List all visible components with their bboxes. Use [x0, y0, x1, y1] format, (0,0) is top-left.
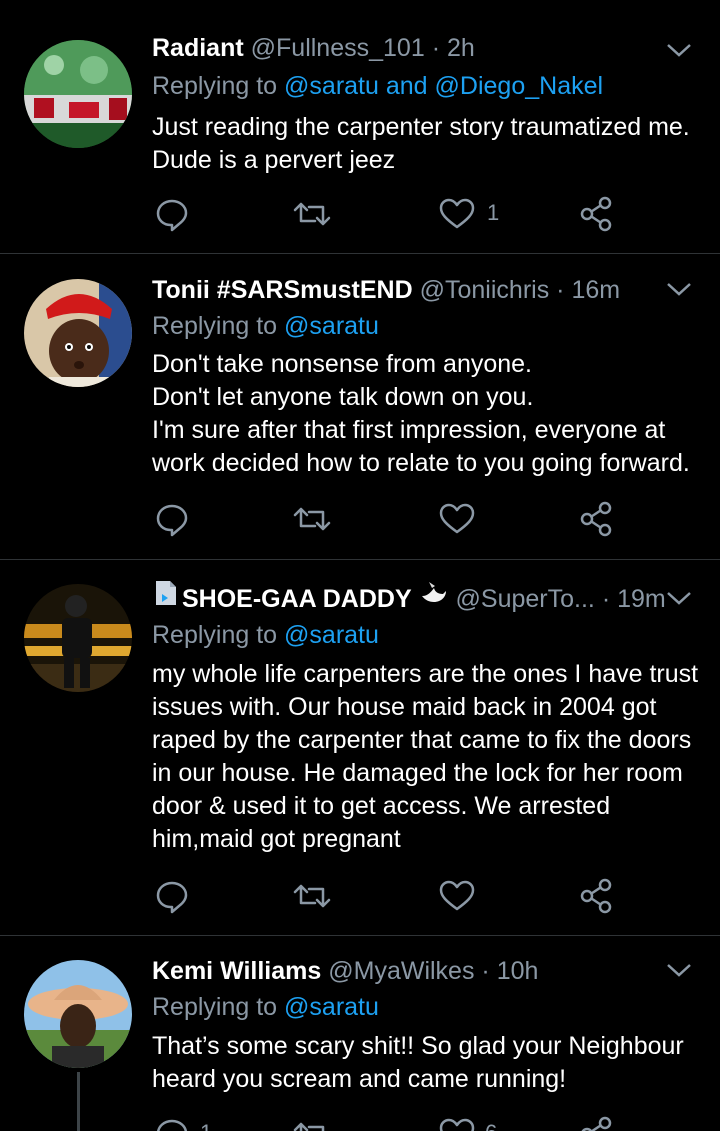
mention-link[interactable]: @saratu — [284, 312, 379, 340]
chevron-down-icon[interactable] — [664, 279, 694, 299]
avatar[interactable] — [24, 40, 132, 148]
like-button[interactable]: 1 — [437, 194, 517, 234]
reply-icon — [156, 881, 188, 914]
heart-icon — [439, 1118, 475, 1131]
reply-count: 1 — [200, 1118, 212, 1131]
share-icon — [580, 878, 612, 914]
share-button[interactable] — [577, 876, 617, 916]
chevron-down-icon[interactable] — [664, 588, 694, 608]
retweet-button[interactable] — [292, 194, 332, 234]
retweet-button[interactable] — [292, 1114, 332, 1131]
tweet-header: Kemi Williams @MyaWilkes · 10h — [152, 954, 538, 988]
tweet-actions: 1 — [152, 194, 632, 234]
separator-dot: · — [431, 34, 441, 62]
like-button[interactable]: 6 — [437, 1114, 517, 1131]
mention-link[interactable]: @saratu — [284, 993, 379, 1021]
reply-button[interactable] — [152, 499, 192, 539]
replying-to: Replying to @saratu — [152, 621, 379, 649]
tweet-actions — [152, 499, 632, 539]
display-name[interactable]: Tonii #SARSmustEND — [152, 276, 413, 304]
timestamp[interactable]: 10h — [497, 957, 539, 985]
retweet-icon — [293, 1122, 325, 1131]
separator-dot: · — [556, 276, 565, 304]
share-button[interactable] — [577, 1114, 617, 1131]
heart-icon — [439, 503, 475, 534]
replying-to: Replying to @saratu — [152, 993, 379, 1021]
tweet[interactable]: Kemi Williams @MyaWilkes · 10h Replying … — [0, 954, 720, 1131]
chevron-down-icon[interactable] — [664, 960, 694, 980]
user-handle[interactable]: @Toniichris — [420, 276, 550, 304]
heart-icon — [439, 198, 475, 229]
avatar[interactable] — [24, 584, 132, 692]
retweet-button[interactable] — [292, 876, 332, 916]
user-handle[interactable]: @MyaWilkes — [328, 957, 474, 985]
dove-icon — [419, 580, 449, 615]
user-handle[interactable]: @Fullness_101 — [251, 34, 425, 62]
avatar[interactable] — [24, 279, 132, 387]
divider — [0, 935, 720, 936]
retweet-icon — [293, 202, 331, 226]
reply-button[interactable] — [152, 876, 192, 916]
tweet-text: my whole life carpenters are the ones I … — [152, 660, 699, 853]
divider — [0, 559, 720, 560]
avatar[interactable] — [24, 960, 132, 1068]
share-icon — [580, 501, 612, 537]
tweet-text: Don't take nonsense from anyone. Don't l… — [152, 350, 690, 477]
divider — [0, 253, 720, 254]
thread-line — [77, 1072, 80, 1131]
page-icon — [152, 578, 182, 617]
mention-link[interactable]: @Diego_Nakel — [435, 72, 604, 100]
tweet-text: Just reading the carpenter story traumat… — [152, 113, 690, 174]
timestamp[interactable]: 2h — [447, 34, 475, 62]
tweet-text: That’s some scary shit!! So glad your Ne… — [152, 1032, 684, 1093]
heart-icon — [439, 880, 475, 911]
retweet-button[interactable] — [292, 499, 332, 539]
share-button[interactable] — [577, 194, 617, 234]
replying-to: Replying to @saratu — [152, 312, 379, 340]
like-button[interactable] — [437, 499, 477, 539]
share-icon — [581, 1116, 612, 1131]
share-icon — [580, 196, 612, 232]
tweet-header: Tonii #SARSmustEND @Toniichris · 16m — [152, 273, 620, 307]
user-handle[interactable]: @SuperTo... — [456, 585, 595, 613]
like-count: 1 — [487, 200, 500, 225]
reply-icon — [157, 1119, 188, 1131]
tweet-actions — [152, 876, 632, 916]
retweet-icon — [293, 507, 331, 531]
timestamp[interactable]: 16m — [571, 276, 620, 304]
display-name[interactable]: Kemi Williams — [152, 957, 321, 985]
like-button[interactable] — [437, 876, 477, 916]
separator-dot: · — [601, 585, 611, 613]
tweet-header: Radiant @Fullness_101 · 2h — [152, 31, 475, 65]
reply-button[interactable]: 1 — [152, 1114, 232, 1131]
tweet[interactable]: Tonii #SARSmustEND @Toniichris · 16m Rep… — [0, 273, 720, 558]
display-name[interactable]: SHOE-GAA DADDY — [182, 585, 412, 613]
display-name[interactable]: Radiant — [152, 34, 244, 62]
timestamp[interactable]: 19m — [617, 585, 666, 613]
mention-link[interactable]: @saratu — [284, 621, 379, 649]
chevron-down-icon[interactable] — [664, 40, 694, 60]
tweet-header: SHOE-GAA DADDY @SuperTo... · 19m — [152, 580, 666, 616]
mention-link[interactable]: @saratu — [284, 72, 379, 100]
tweet-actions: 1 6 — [152, 1114, 632, 1131]
reply-icon — [156, 504, 188, 537]
reply-button[interactable] — [152, 194, 192, 234]
share-button[interactable] — [577, 499, 617, 539]
tweet[interactable]: Radiant @Fullness_101 · 2h Replying to @… — [0, 34, 720, 252]
reply-icon — [156, 199, 188, 232]
like-count: 6 — [485, 1118, 497, 1131]
separator-dot: · — [481, 957, 490, 985]
replying-to: Replying to @saratu and @Diego_Nakel — [152, 72, 604, 100]
tweet[interactable]: SHOE-GAA DADDY @SuperTo... · 19m Replyin… — [0, 580, 720, 934]
retweet-icon — [293, 884, 331, 908]
